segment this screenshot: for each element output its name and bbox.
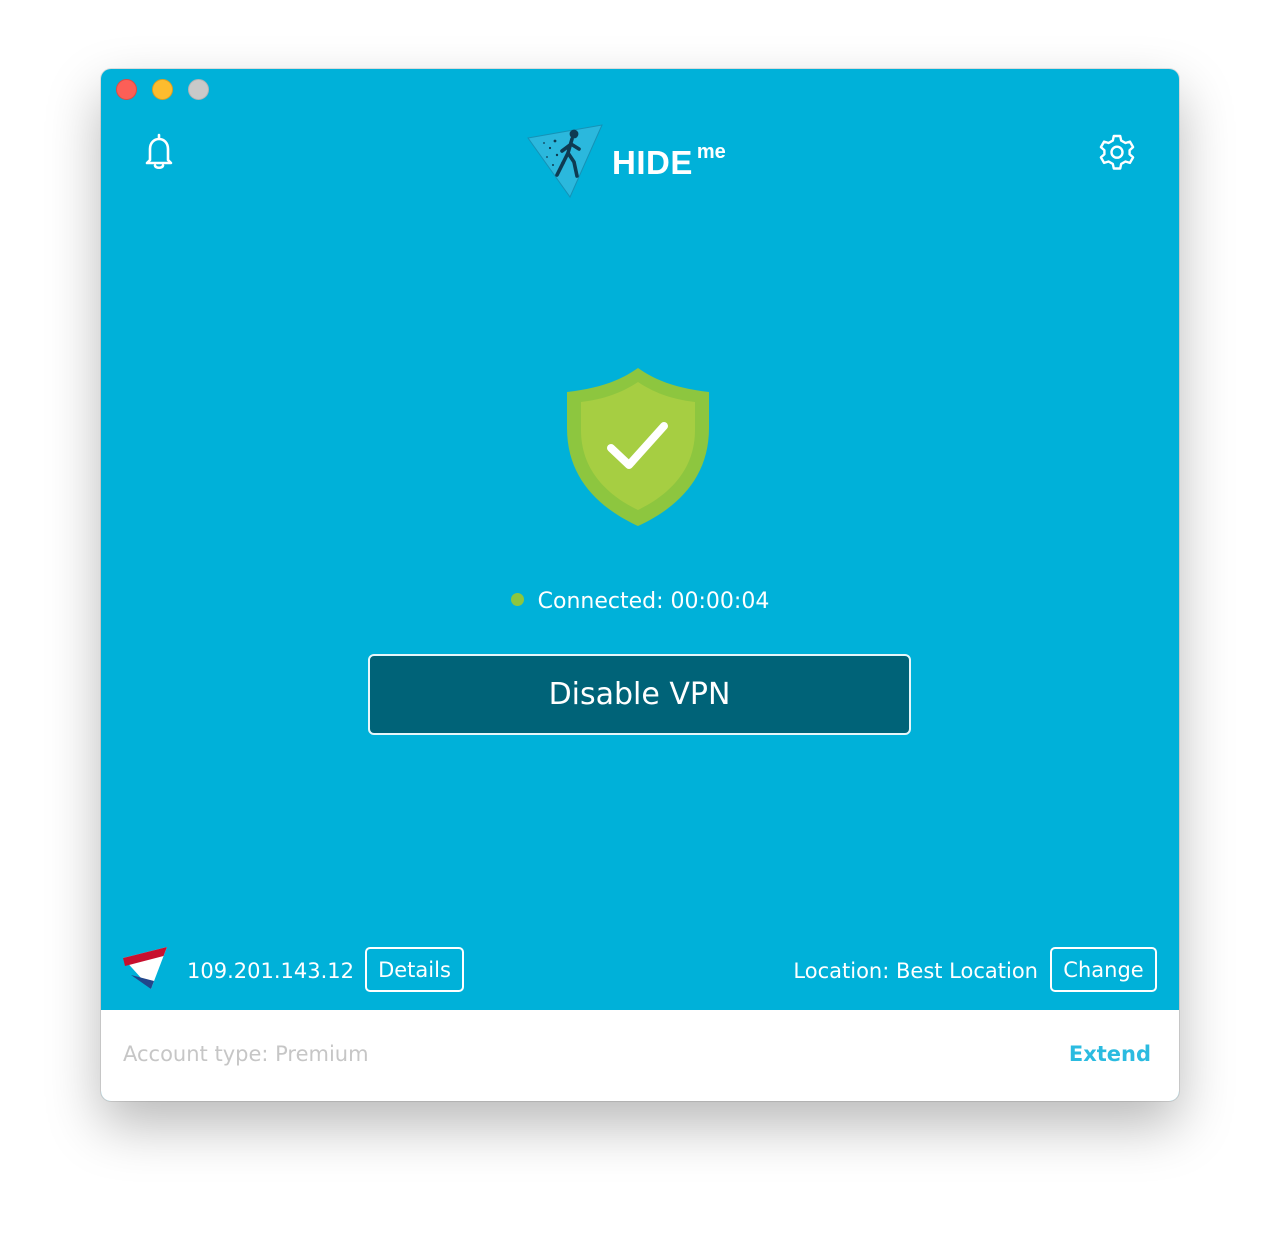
shield-check-icon (567, 368, 709, 526)
connection-status: Connected: 00:00:04 (101, 589, 1179, 614)
change-location-button[interactable]: Change (1050, 947, 1157, 992)
minimize-window-button[interactable] (152, 79, 173, 100)
bell-icon[interactable] (139, 131, 179, 173)
status-dot-icon (510, 593, 524, 606)
gear-icon[interactable] (1097, 131, 1137, 173)
logo-mark-icon (527, 124, 603, 199)
status-text: Connected: 00:00:04 (537, 589, 770, 614)
location-label: Location: Best Location (793, 959, 1038, 983)
netherlands-flag-icon (123, 947, 167, 989)
window-controls (116, 79, 209, 100)
app-window: HIDE me Connected: 00:00:04 Disable VPN … (101, 69, 1179, 1101)
close-window-button[interactable] (116, 79, 137, 100)
app-logo: HIDE me (526, 123, 726, 199)
account-type: Account type: Premium (123, 1042, 369, 1066)
brand-name: HIDE (612, 144, 693, 181)
zoom-window-button[interactable] (188, 79, 209, 100)
footer-bar: Account type: Premium Extend (101, 1010, 1179, 1101)
details-button[interactable]: Details (365, 947, 464, 992)
brand-suffix: me (696, 140, 726, 163)
ip-address: 109.201.143.12 (187, 959, 354, 983)
extend-link[interactable]: Extend (1069, 1042, 1151, 1066)
disable-vpn-button[interactable]: Disable VPN (368, 654, 911, 735)
